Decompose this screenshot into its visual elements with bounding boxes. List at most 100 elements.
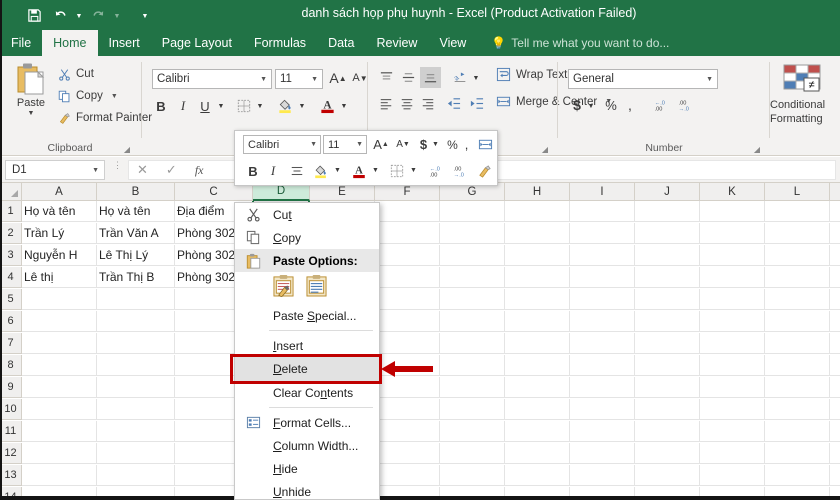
cell-H5[interactable]	[505, 289, 570, 310]
cell-I6[interactable]	[570, 311, 635, 332]
cell-F14[interactable]	[375, 487, 440, 496]
cell-B3[interactable]: Lê Thị Lý	[97, 245, 175, 266]
font-name-input[interactable]: Calibri ▼	[152, 69, 272, 89]
format-painter-button[interactable]: Format Painter	[58, 108, 152, 128]
context-menu-item-cut[interactable]: Cut	[235, 203, 379, 226]
formula-bar-grip[interactable]: ⋮	[113, 161, 122, 177]
align-center-button[interactable]	[397, 94, 416, 113]
cell-J2[interactable]	[635, 223, 700, 244]
cell-M4[interactable]	[830, 267, 840, 288]
mini-fill-color-button[interactable]	[311, 161, 331, 181]
cell-M5[interactable]	[830, 289, 840, 310]
tab-home[interactable]: Home	[42, 30, 98, 56]
mini-comma-button[interactable]: ,	[461, 135, 472, 154]
cell-M8[interactable]	[830, 355, 840, 376]
paste-values-icon[interactable]	[306, 274, 327, 302]
cell-M10[interactable]	[830, 399, 840, 420]
borders-dropdown-icon[interactable]: ▼	[255, 100, 265, 112]
font-size-dropdown-icon[interactable]: ▼	[311, 76, 318, 83]
mini-borders-button[interactable]	[387, 161, 407, 181]
orientation-dropdown-icon[interactable]: ▼	[471, 72, 481, 84]
cell-J11[interactable]	[635, 421, 700, 442]
column-header-h[interactable]: H	[505, 183, 570, 201]
cell-I14[interactable]	[570, 487, 635, 496]
tab-review[interactable]: Review	[365, 30, 428, 56]
cell-M13[interactable]	[830, 465, 840, 486]
mini-font-name-dropdown-icon[interactable]: ▼	[310, 141, 317, 148]
cell-L9[interactable]	[765, 377, 830, 398]
context-menu-item-clear-contents[interactable]: Clear Contents	[235, 381, 379, 404]
row-header-10[interactable]: 10	[0, 399, 22, 420]
cell-J1[interactable]	[635, 201, 700, 222]
cell-K7[interactable]	[700, 333, 765, 354]
cell-A9[interactable]	[22, 377, 97, 398]
cell-I13[interactable]	[570, 465, 635, 486]
mini-increase-decimal-button[interactable]: .00 →.0	[449, 161, 471, 181]
cell-F3[interactable]	[375, 245, 440, 266]
cell-I10[interactable]	[570, 399, 635, 420]
cell-F5[interactable]	[375, 289, 440, 310]
cell-K8[interactable]	[700, 355, 765, 376]
cell-J6[interactable]	[635, 311, 700, 332]
column-header-m[interactable]: M	[830, 183, 840, 201]
cell-L5[interactable]	[765, 289, 830, 310]
column-header-a[interactable]: A	[22, 183, 97, 201]
tab-view[interactable]: View	[428, 30, 477, 56]
mini-percent-button[interactable]: %	[445, 135, 460, 154]
insert-function-icon[interactable]: fx	[195, 163, 204, 178]
cell-H3[interactable]	[505, 245, 570, 266]
column-header-k[interactable]: K	[700, 183, 765, 201]
cell-B5[interactable]	[97, 289, 175, 310]
cell-I7[interactable]	[570, 333, 635, 354]
row-header-13[interactable]: 13	[0, 465, 22, 486]
cell-I2[interactable]	[570, 223, 635, 244]
cell-M9[interactable]	[830, 377, 840, 398]
cell-B7[interactable]	[97, 333, 175, 354]
cell-L14[interactable]	[765, 487, 830, 496]
row-header-5[interactable]: 5	[0, 289, 22, 310]
cell-M6[interactable]	[830, 311, 840, 332]
cell-H14[interactable]	[505, 487, 570, 496]
row-header-3[interactable]: 3	[0, 245, 22, 266]
cell-A12[interactable]	[22, 443, 97, 464]
cell-F6[interactable]	[375, 311, 440, 332]
cell-G9[interactable]	[440, 377, 505, 398]
cell-L3[interactable]	[765, 245, 830, 266]
cell-H1[interactable]	[505, 201, 570, 222]
cell-H13[interactable]	[505, 465, 570, 486]
copy-button[interactable]: Copy ▼	[58, 86, 118, 106]
select-all-button[interactable]	[0, 183, 22, 201]
tab-data[interactable]: Data	[317, 30, 365, 56]
cell-B1[interactable]: Họ và tên	[97, 201, 175, 222]
cut-button[interactable]: Cut	[58, 64, 94, 84]
cell-J8[interactable]	[635, 355, 700, 376]
cell-B6[interactable]	[97, 311, 175, 332]
bold-button[interactable]: B	[152, 96, 170, 116]
cell-K4[interactable]	[700, 267, 765, 288]
copy-dropdown-icon[interactable]: ▼	[111, 93, 118, 100]
cell-G2[interactable]	[440, 223, 505, 244]
row-header-14[interactable]: 14	[0, 487, 22, 496]
cell-G4[interactable]	[440, 267, 505, 288]
increase-indent-button[interactable]	[466, 94, 486, 113]
cell-A5[interactable]	[22, 289, 97, 310]
align-top-button[interactable]	[376, 68, 396, 87]
cell-L1[interactable]	[765, 201, 830, 222]
fill-color-button[interactable]	[274, 94, 296, 116]
mini-merge-center-button[interactable]	[475, 135, 495, 154]
row-header-9[interactable]: 9	[0, 377, 22, 398]
enter-icon[interactable]: ✓	[166, 162, 177, 178]
cell-K6[interactable]	[700, 311, 765, 332]
cell-H2[interactable]	[505, 223, 570, 244]
underline-dropdown-icon[interactable]: ▼	[216, 100, 226, 112]
align-right-button[interactable]	[418, 94, 437, 113]
paste-button[interactable]: Paste ▼	[8, 62, 54, 130]
mini-font-size-dropdown-icon[interactable]: ▼	[356, 141, 363, 148]
mini-fill-color-dropdown-icon[interactable]: ▼	[333, 164, 342, 177]
number-format-select[interactable]: General ▼	[568, 69, 718, 89]
cell-B11[interactable]	[97, 421, 175, 442]
context-menu-item-paste-special[interactable]: Paste Special...	[235, 304, 379, 327]
cell-G7[interactable]	[440, 333, 505, 354]
cell-M14[interactable]	[830, 487, 840, 496]
cell-I3[interactable]	[570, 245, 635, 266]
